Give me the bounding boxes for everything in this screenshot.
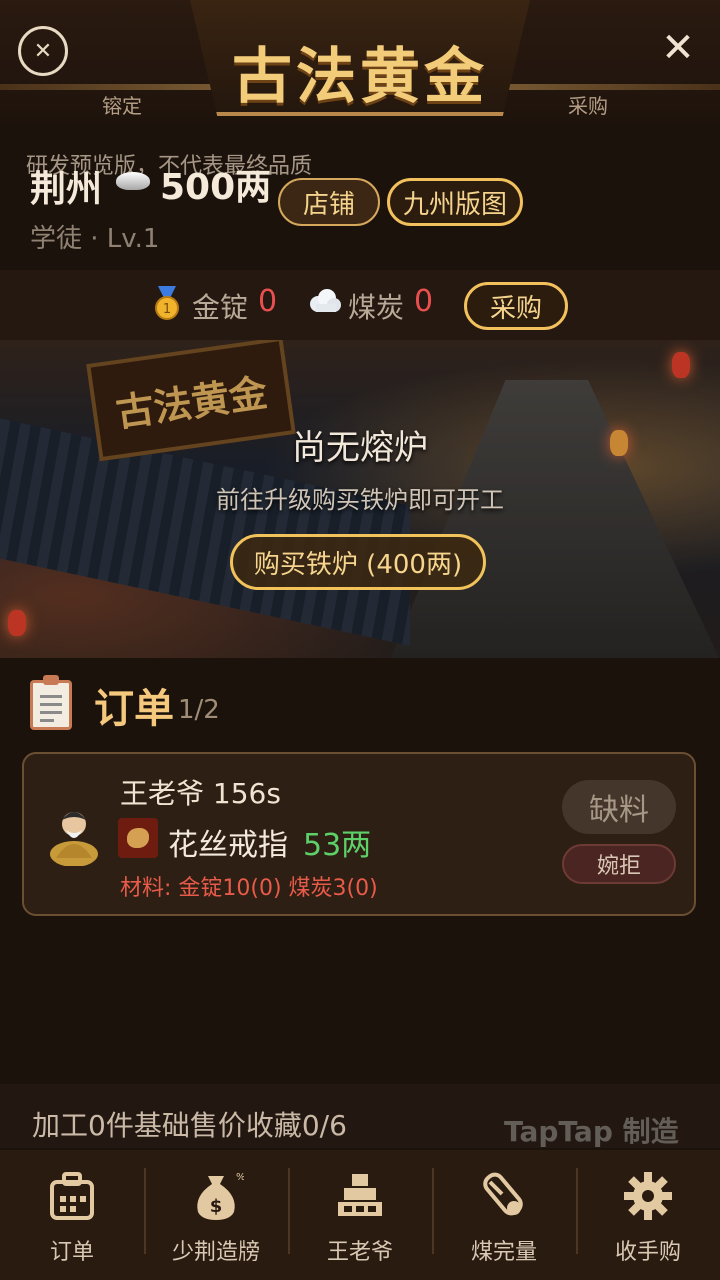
lock-circle-icon[interactable]: ✕ xyxy=(18,26,68,76)
close-icon[interactable]: ✕ xyxy=(654,24,702,72)
stats-line: 加工0件基础售价收藏0/6 xyxy=(32,1109,347,1142)
customer-avatar xyxy=(50,812,98,866)
money-amount: 500两 xyxy=(160,167,272,208)
key-tag-icon xyxy=(483,1172,523,1216)
gear-icon xyxy=(624,1172,672,1220)
tab-coal[interactable]: 煤完量 xyxy=(432,1150,576,1280)
bottom-tab-bar: 订单 $ % 少荆造牓 王老爷 煤完量 xyxy=(0,1150,720,1280)
orders-header: 订单 1/2 xyxy=(30,675,220,734)
tab-label: 收手购 xyxy=(614,1240,681,1265)
svg-text:$: $ xyxy=(210,1196,223,1217)
lack-materials-button[interactable]: 缺料 xyxy=(562,780,676,834)
customer-name: 王老爷 156s xyxy=(120,777,281,810)
gold-value: 0 xyxy=(258,284,278,319)
tab-label: 订单 xyxy=(49,1240,94,1265)
order-materials: 材料: 金锭10(0) 煤炭3(0) xyxy=(120,876,378,901)
furnace-hint: 前往升级购买铁炉即可开工 xyxy=(216,486,504,514)
city-name: 荆州 xyxy=(30,169,103,210)
coal-value: 0 xyxy=(414,284,434,319)
gold-medal-icon: 1 xyxy=(155,286,179,320)
svg-text:%: % xyxy=(236,1172,244,1183)
header-left-label: 镕定 xyxy=(102,94,142,118)
clipboard-icon xyxy=(30,675,72,730)
buy-furnace-button[interactable]: 购买铁炉 (400两) xyxy=(230,534,486,590)
shop-button[interactable]: 店铺 xyxy=(278,178,380,226)
orders-count: 1/2 xyxy=(178,695,220,725)
header-right-label: 采购 xyxy=(568,94,608,118)
tab-orders[interactable]: 订单 xyxy=(0,1150,144,1280)
coal-cloud-icon xyxy=(310,289,341,312)
coal-label: 煤炭 xyxy=(348,291,405,324)
reject-order-button[interactable]: 婉拒 xyxy=(562,844,676,884)
tab-label: 煤完量 xyxy=(470,1240,537,1265)
ring-icon xyxy=(118,818,158,858)
gold-label: 金锭 xyxy=(192,291,249,324)
tab-gold[interactable]: 王老爷 xyxy=(288,1150,432,1280)
orders-title: 订单 xyxy=(94,686,174,732)
briefcase-icon xyxy=(50,1172,94,1220)
page-title: 古法黄金 xyxy=(232,42,488,112)
order-price: 53两 xyxy=(303,828,372,863)
svg-text:1: 1 xyxy=(163,302,171,317)
money-bag-icon: $ % xyxy=(197,1172,244,1220)
tab-label: 王老爷 xyxy=(326,1240,393,1265)
player-rank: 学徒 · Lv.1 xyxy=(30,224,160,254)
silver-ingot-icon xyxy=(116,172,150,190)
tab-money[interactable]: $ % 少荆造牓 xyxy=(144,1150,288,1280)
purchase-button[interactable]: 采购 xyxy=(464,282,568,330)
order-item-name: 花丝戒指 xyxy=(168,828,288,863)
tab-settings[interactable]: 收手购 xyxy=(576,1150,720,1280)
gold-bars-icon xyxy=(338,1174,382,1216)
tab-label: 少荆造牓 xyxy=(171,1240,260,1265)
map-button[interactable]: 九州版图 xyxy=(387,178,523,226)
taptap-watermark: TapTap 制造 xyxy=(504,1115,679,1148)
furnace-status: 尚无熔炉 xyxy=(292,428,428,468)
